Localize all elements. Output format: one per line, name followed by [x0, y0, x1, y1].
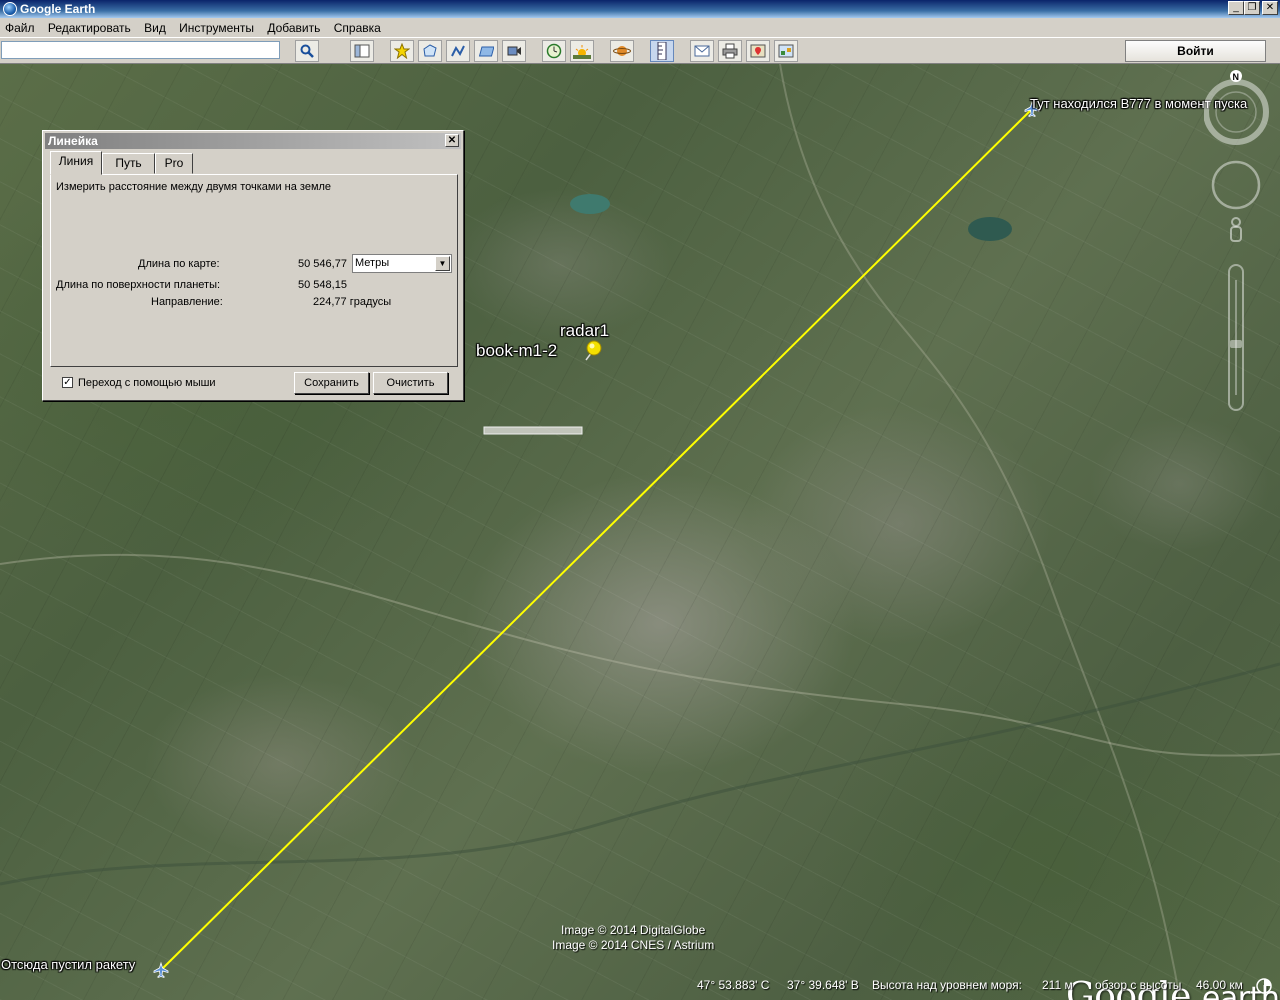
sidebar-toggle-button[interactable] [350, 40, 374, 62]
tab-line[interactable]: Линия [50, 151, 102, 175]
clear-button[interactable]: Очистить [373, 372, 448, 394]
status-latitude: 47° 53.883' С [697, 978, 770, 992]
menu-help[interactable]: Справка [329, 18, 386, 35]
map-length-value: 50 546,77 [298, 258, 347, 270]
ground-length-label: Длина по поверхности планеты: [56, 279, 221, 291]
status-eye-alt-value: 46.00 км [1196, 978, 1243, 992]
ruler-icon [657, 42, 667, 60]
ruler-titlebar[interactable]: Линейка ✕ [45, 133, 461, 149]
ruler-dialog: Линейка ✕ Линия Путь Pro Измерить рассто… [42, 130, 464, 401]
menu-file[interactable]: Файл [0, 18, 40, 35]
placemark-icon [394, 43, 410, 59]
google-earth-app-icon [3, 2, 17, 16]
heading-label: Направление: [151, 296, 223, 308]
label-launch[interactable]: Отсюда пустил ракету [1, 957, 135, 972]
navigation-controls: N [1203, 70, 1276, 420]
save-button[interactable]: Сохранить [294, 372, 369, 394]
close-window-button[interactable]: ✕ [1262, 1, 1278, 15]
label-book-m1-2[interactable]: book-m1-2 [476, 341, 557, 361]
status-elevation-label: Высота над уровнем моря: [872, 978, 1022, 992]
streaming-progress-icon [1256, 978, 1272, 994]
status-longitude: 37° 39.648' В [787, 978, 859, 992]
lake [968, 217, 1012, 241]
street-view-pegman-icon[interactable] [1230, 217, 1242, 242]
menu-tools[interactable]: Инструменты [174, 18, 259, 35]
heading-value: 224,77 градусы [313, 296, 392, 308]
minimize-button[interactable]: _ [1228, 1, 1244, 15]
units-select[interactable]: Метры ▼ [352, 254, 452, 273]
chevron-down-icon[interactable]: ▼ [435, 256, 450, 271]
menu-view[interactable]: Вид [139, 18, 171, 35]
label-radar1[interactable]: radar1 [560, 321, 609, 341]
status-elevation-value: 211 м [1042, 978, 1073, 992]
map-length-label: Длина по карте: [138, 258, 220, 270]
add-polygon-button[interactable] [418, 40, 442, 62]
imagery-credit-cnes: Image © 2014 CNES / Astrium [552, 938, 715, 952]
ruler-description: Измерить расстояние между двумя точками … [56, 181, 332, 193]
imagery-credit-digitalglobe: Image © 2014 DigitalGlobe [561, 923, 706, 937]
image-overlay-button[interactable] [474, 40, 498, 62]
ground-length-value: 50 548,15 [298, 279, 347, 291]
planets-button[interactable] [610, 40, 634, 62]
tab-pro[interactable]: Pro [155, 153, 193, 174]
historical-imagery-button[interactable] [542, 40, 566, 62]
road [779, 64, 1181, 1000]
ruler-button[interactable] [650, 40, 674, 62]
search-button[interactable] [295, 40, 319, 62]
menu-add[interactable]: Добавить [262, 18, 325, 35]
units-selected-value: Метры [355, 257, 390, 269]
restore-button[interactable]: ❐ [1244, 1, 1260, 15]
tour-icon [507, 46, 521, 56]
window-title: Google Earth [20, 2, 96, 16]
maps-icon [750, 44, 766, 58]
status-bar: 47° 53.883' С 37° 39.648' В Высота над у… [0, 975, 1280, 1000]
status-eye-alt-label: обзор с высоты [1095, 978, 1182, 992]
search-input[interactable] [1, 41, 280, 59]
menu-bar: Файл Редактировать Вид Инструменты Добав… [0, 18, 1280, 38]
email-icon [694, 45, 710, 57]
river [0, 662, 1280, 886]
compass-ring[interactable] [1203, 79, 1269, 145]
sunlight-icon [573, 45, 591, 59]
menu-edit[interactable]: Редактировать [43, 18, 136, 35]
print-icon [722, 43, 738, 59]
save-image-button[interactable] [774, 40, 798, 62]
ruler-title: Линейка [48, 134, 98, 148]
sunlight-button[interactable] [570, 40, 594, 62]
pushpin-icon[interactable] [585, 340, 602, 361]
navigation-controls-graphic: N [1203, 70, 1269, 411]
polygon-icon [423, 44, 437, 57]
lake [570, 194, 610, 214]
compass-north-label: N [1233, 72, 1240, 82]
save-image-icon [778, 44, 794, 58]
toolbar: Войти [0, 38, 1280, 64]
add-placemark-button[interactable] [390, 40, 414, 62]
ruler-close-button[interactable]: ✕ [445, 134, 459, 147]
mouse-navigation-checkbox[interactable]: ✓ [62, 377, 73, 388]
path-icon [451, 45, 465, 57]
tab-path[interactable]: Путь [102, 153, 155, 174]
add-path-button[interactable] [446, 40, 470, 62]
email-button[interactable] [690, 40, 714, 62]
search-icon [300, 44, 314, 58]
planets-icon [613, 46, 631, 56]
sidebar-icon [354, 44, 370, 58]
window-titlebar[interactable]: Google Earth _ ❐ ✕ [0, 0, 1280, 18]
look-joystick[interactable] [1211, 160, 1261, 210]
record-tour-button[interactable] [502, 40, 526, 62]
zoom-slider[interactable] [1228, 264, 1244, 411]
login-button[interactable]: Войти [1125, 40, 1266, 62]
print-button[interactable] [718, 40, 742, 62]
road [0, 553, 1280, 757]
airport-runway [483, 426, 583, 435]
view-in-maps-button[interactable] [746, 40, 770, 62]
mouse-navigation-label: Переход с помощью мыши [78, 377, 216, 389]
historical-imagery-icon [546, 43, 562, 59]
overlay-icon [478, 46, 494, 57]
ruler-panel: Измерить расстояние между двумя точками … [50, 174, 458, 367]
